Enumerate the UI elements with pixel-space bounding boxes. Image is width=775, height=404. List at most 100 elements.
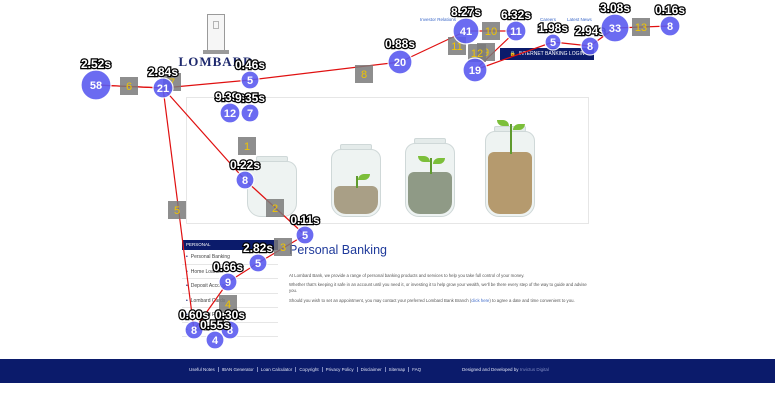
empty-jar-image: [247, 156, 297, 217]
gaze-fixation: 8 0.16s: [654, 2, 687, 37]
bullet-icon: •: [186, 283, 188, 289]
lock-icon: 🔒: [509, 51, 516, 57]
footer-link-iban-generator[interactable]: IBAN Generator: [217, 367, 257, 372]
gaze-path-segment: [95, 84, 164, 89]
bullet-icon: •: [186, 312, 188, 318]
sidebar-item-label: Lombard Cards: [190, 297, 226, 304]
footer-link-useful-notes[interactable]: Useful Notes: [186, 367, 218, 372]
gaze-step-marker: 5: [168, 201, 186, 219]
svg-text:19: 19: [469, 65, 481, 77]
svg-text:9: 9: [483, 47, 489, 59]
gaze-path-segment: [614, 25, 671, 29]
footer-link-faq[interactable]: FAQ: [408, 367, 424, 372]
bullet-icon: •: [186, 268, 188, 275]
footer-link-copyright[interactable]: Copyright: [295, 367, 321, 372]
svg-text:8: 8: [361, 69, 367, 81]
svg-text:12: 12: [471, 48, 483, 60]
footer-credit-brand-link[interactable]: Invictus Digital: [520, 367, 549, 372]
gaze-step-marker: 8: [355, 65, 373, 83]
gaze-fixation: 33 3.08s: [599, 0, 632, 43]
svg-text:3.08s: 3.08s: [600, 1, 630, 15]
svg-text:20: 20: [394, 57, 406, 69]
click-here-link[interactable]: click here: [471, 298, 489, 303]
svg-text:21: 21: [157, 83, 169, 95]
coin-jar-plant-image: [405, 138, 455, 217]
bullet-icon: •: [186, 297, 188, 304]
svg-text:0.88s: 0.88s: [385, 37, 415, 51]
main-content: Personal Banking At Lombard Bank, we pro…: [289, 243, 589, 307]
gaze-step-marker: 6: [120, 77, 138, 95]
svg-text:33: 33: [609, 23, 621, 35]
gaze-fixation: 20 0.88s: [384, 36, 417, 75]
appointment-text-start: Should you wish to set an appointment, y…: [289, 297, 472, 303]
svg-text:58: 58: [90, 80, 102, 92]
svg-text:5: 5: [174, 205, 180, 217]
svg-text:7: 7: [169, 77, 175, 89]
svg-text:6.32s: 6.32s: [501, 8, 531, 22]
appointment-text-end: ) to agree a date and time convenient to…: [489, 297, 575, 303]
gaze-path-segment: [95, 84, 164, 89]
internet-banking-login-button[interactable]: 🔒 INTERNET BANKING LOGIN: [500, 48, 594, 60]
latest-news-link[interactable]: Latest News: [567, 17, 592, 22]
gaze-fixation: 19: [462, 57, 488, 83]
page: LOMBARD Investor Relations Careers Lates…: [0, 0, 775, 404]
footer-credit: Designed and Developed by Invictus Digit…: [462, 367, 549, 372]
footer-credit-text: Designed and Developed by: [462, 367, 519, 372]
sidebar-item-label: Safebox: [190, 326, 210, 333]
investor-relations-link[interactable]: Investor Relations: [420, 17, 456, 22]
hero-banner-image: [186, 97, 589, 224]
sidebar-heading: PERSONAL: [182, 240, 278, 250]
sidebar-item-label: Personal Banking: [190, 254, 230, 260]
gaze-path-segment: [552, 41, 591, 47]
logo-text: LOMBARD: [178, 54, 254, 69]
sidebar-item-safebox[interactable]: • Safebox: [182, 323, 278, 337]
gaze-fixation: 21 2.84s: [147, 64, 180, 99]
gaze-step-marker: 7: [163, 73, 181, 91]
appointment-paragraph: Should you wish to set an appointment, y…: [289, 298, 589, 304]
svg-text:3: 3: [280, 242, 286, 254]
gaze-path-segment: [249, 61, 401, 81]
svg-text:41: 41: [460, 26, 472, 38]
full-coin-jar-plant-image: [485, 120, 535, 217]
intro-paragraph: At Lombard Bank, we provide a range of p…: [289, 273, 525, 278]
footer-link-privacy-policy[interactable]: Privacy Policy: [321, 367, 357, 372]
sidebar-item-label: Home Loans: [190, 268, 220, 275]
footer-link-loan-calculator[interactable]: Loan Calculator: [256, 367, 296, 372]
internet-banking-label: INTERNET BANKING LOGIN: [518, 51, 585, 57]
sidebar-item-personal-banking[interactable]: • Personal Banking: [182, 250, 278, 265]
svg-text:6: 6: [126, 81, 132, 93]
sidebar-item-label: Deposit Accounts: [190, 283, 230, 289]
bullet-icon: •: [186, 254, 188, 260]
gaze-step-marker: 10: [482, 22, 500, 40]
svg-text:11: 11: [510, 26, 522, 38]
svg-text:10: 10: [485, 26, 497, 38]
svg-text:2.94s: 2.94s: [575, 24, 605, 38]
gaze-fixation: 418.27s: [450, 4, 483, 45]
sidebar-item-label: Lombard Plus: [190, 312, 222, 318]
gaze-fixation: 11 6.32s: [500, 7, 533, 42]
gaze-step-marker: 9: [477, 43, 495, 61]
sidebar-item-lombard-cards[interactable]: • Lombard Cards: [182, 294, 278, 308]
gaze-fixation: 58 2.52s: [80, 56, 113, 101]
sidebar-item-lombard-plus[interactable]: • Lombard Plus: [182, 308, 278, 323]
footer: Useful Notes IBAN Generator Loan Calcula…: [0, 359, 775, 383]
svg-text:5: 5: [302, 230, 308, 242]
tower-logo-icon: [203, 14, 229, 54]
svg-text:2.52s: 2.52s: [81, 57, 111, 71]
footer-link-disclaimer[interactable]: Disclaimer: [356, 367, 385, 372]
footer-link-sitemap[interactable]: Sitemap: [384, 367, 409, 372]
svg-text:8: 8: [667, 21, 673, 33]
svg-text:2.84s: 2.84s: [148, 65, 178, 79]
careers-link[interactable]: Careers: [540, 17, 556, 22]
gaze-fixation: 51.98s: [537, 20, 570, 51]
sidebar-item-deposit-accounts[interactable]: • Deposit Accounts: [182, 279, 278, 294]
lombard-logo[interactable]: LOMBARD: [176, 14, 256, 70]
page-title: Personal Banking: [289, 243, 387, 257]
sidebar-item-home-loans[interactable]: • Home Loans: [182, 265, 278, 279]
gaze-step-marker: 13: [632, 18, 650, 36]
gaze-path-segment: [162, 79, 251, 89]
gaze-step-marker: 12: [468, 44, 486, 62]
gaze-path-segment: [399, 30, 467, 63]
footer-links: Useful Notes IBAN Generator Loan Calcula…: [186, 367, 424, 372]
svg-text:5: 5: [247, 75, 253, 87]
